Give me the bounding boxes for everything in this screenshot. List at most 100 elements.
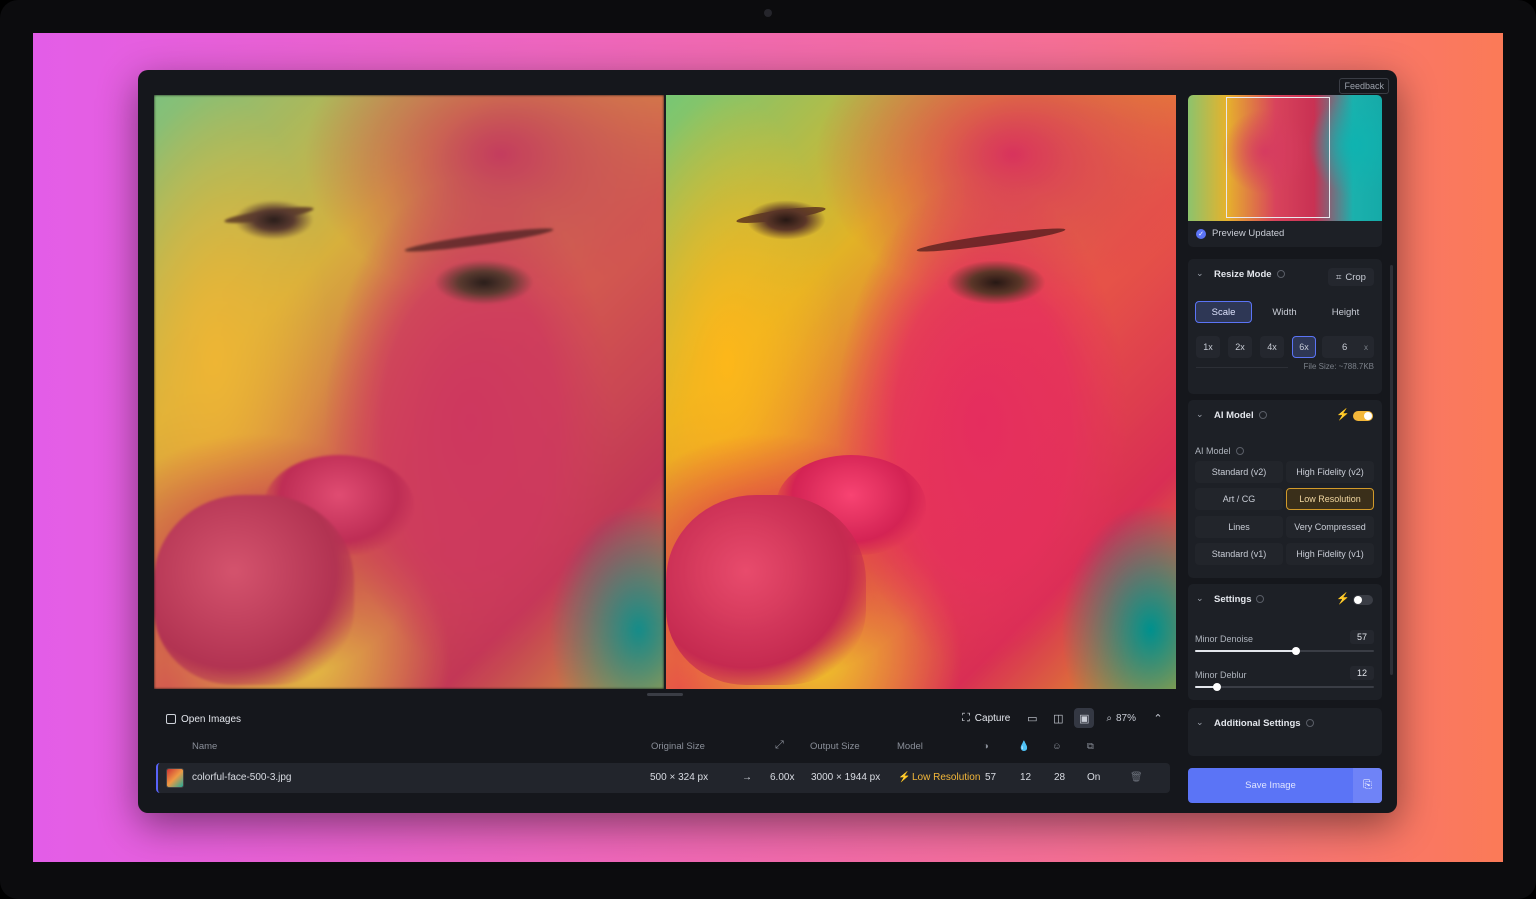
viewport-frame[interactable] <box>1226 97 1330 218</box>
model-lines[interactable]: Lines <box>1195 516 1283 538</box>
mode-height[interactable]: Height <box>1317 301 1374 323</box>
additional-settings-title: Additional Settings <box>1214 718 1314 729</box>
deblur-value[interactable]: 12 <box>1350 666 1374 680</box>
denoise-slider-handle[interactable] <box>1292 647 1300 655</box>
denoise-value[interactable]: 57 <box>1350 630 1374 644</box>
model-very-compressed[interactable]: Very Compressed <box>1286 516 1374 538</box>
deblur-slider-track[interactable] <box>1195 686 1374 688</box>
ai-model-toggle[interactable] <box>1353 411 1373 421</box>
single-view-icon[interactable]: ▭ <box>1022 708 1042 728</box>
capture-icon: ⛶ <box>962 711 970 724</box>
chevron-down-icon: ⌄ <box>1196 717 1204 727</box>
header-model: Model <box>897 741 923 752</box>
denoise-label: Minor Denoise <box>1195 634 1254 644</box>
open-images-button[interactable]: Open Images <box>160 709 247 729</box>
ai-model-subtitle: AI Model <box>1195 446 1244 456</box>
arrow-right-icon: → <box>742 772 752 783</box>
save-image-button[interactable]: Save Image <box>1188 768 1353 803</box>
file-size-estimate: File Size: ~788.7KB <box>1303 362 1374 371</box>
row-model: Low Resolution <box>912 772 981 783</box>
navigator-preview[interactable]: ✓ Preview Updated <box>1188 95 1382 247</box>
app-window: Open Images ⛶ Capture ▭ ◫ ▣ ⌕ 87% ⌃ Name… <box>138 70 1397 813</box>
header-output-size: Output Size <box>810 741 860 752</box>
enhanced-portrait-image <box>666 95 1176 689</box>
camera-dot <box>764 9 772 17</box>
save-options-icon[interactable]: ⎘ <box>1353 768 1382 803</box>
deblur-slider-handle[interactable] <box>1213 683 1221 691</box>
header-name: Name <box>192 741 218 752</box>
eye-shape <box>234 200 314 240</box>
save-area: Save Image ⎘ <box>1188 768 1382 803</box>
settings-card: ⌄ Settings ⚡ Minor Denoise 57 Minor Debl… <box>1188 584 1382 700</box>
model-low-resolution[interactable]: Low Resolution <box>1286 488 1374 510</box>
mode-width[interactable]: Width <box>1256 301 1313 323</box>
split-view-icon[interactable]: ◫ <box>1048 708 1068 728</box>
row-denoise: 57 <box>985 772 997 783</box>
view-controls: ⛶ Capture ▭ ◫ ▣ ⌕ 87% ⌃ <box>956 707 1168 729</box>
eye-shape <box>946 260 1046 305</box>
zoom-control[interactable]: ⌕ 87% <box>1100 713 1142 724</box>
model-high-fidelity-v1[interactable]: High Fidelity (v1) <box>1286 543 1374 565</box>
sidebar-scrollbar[interactable] <box>1390 265 1393 675</box>
file-name: colorful-face-500-3.jpg <box>192 772 292 783</box>
table-row[interactable]: colorful-face-500-3.jpg 500 × 324 px → 6… <box>156 763 1170 793</box>
file-toolbar: Open Images ⛶ Capture ▭ ◫ ▣ ⌕ 87% ⌃ <box>154 705 1176 733</box>
resize-mode-card: ⌄ Resize Mode ⌗ Crop Scale Width Height … <box>1188 259 1382 394</box>
crop-label: Crop <box>1345 271 1366 283</box>
model-standard-v2[interactable]: Standard (v2) <box>1195 461 1283 483</box>
scale-6x[interactable]: 6x <box>1292 336 1316 358</box>
deblur-label: Minor Deblur <box>1195 670 1247 680</box>
crop-button[interactable]: ⌗ Crop <box>1328 268 1374 286</box>
brow-shape <box>404 224 554 256</box>
preview-status: ✓ Preview Updated <box>1196 228 1284 239</box>
divider-line <box>1196 367 1288 368</box>
chevron-down-icon: ⌄ <box>1196 593 1204 603</box>
custom-scale-input[interactable]: 6 x <box>1322 336 1374 358</box>
lightning-icon: ⚡ <box>1336 409 1350 421</box>
scale-4x[interactable]: 4x <box>1260 336 1284 358</box>
file-table-header: Name Original Size ⤢ Output Size Model ◑… <box>154 737 1176 757</box>
settings-toggle[interactable] <box>1353 595 1373 605</box>
settings-sidebar: Feedback ✓ Preview Updated ⌄ Resize Mode <box>1186 70 1397 813</box>
denoise-icon: ◑ <box>983 741 989 752</box>
face-icon: ☺ <box>1052 741 1062 752</box>
original-portrait-image <box>154 95 664 689</box>
image-compare-viewer[interactable] <box>154 95 1176 689</box>
monitor-frame: Open Images ⛶ Capture ▭ ◫ ▣ ⌕ 87% ⌃ Name… <box>0 0 1536 899</box>
scale-1x[interactable]: 1x <box>1196 336 1220 358</box>
recover-icon: ⧉ <box>1087 741 1094 752</box>
file-panel: Open Images ⛶ Capture ▭ ◫ ▣ ⌕ 87% ⌃ Name… <box>154 701 1176 813</box>
capture-button[interactable]: ⛶ Capture <box>956 708 1016 728</box>
model-high-fidelity-v2[interactable]: High Fidelity (v2) <box>1286 461 1374 483</box>
feedback-button[interactable]: Feedback <box>1339 78 1389 94</box>
model-art-cg[interactable]: Art / CG <box>1195 488 1283 510</box>
ai-model-title: AI Model <box>1214 410 1267 421</box>
panel-resize-handle[interactable] <box>647 693 683 696</box>
mode-scale[interactable]: Scale <box>1195 301 1252 323</box>
additional-settings-card: ⌄ Additional Settings <box>1188 708 1382 756</box>
info-icon <box>1305 719 1314 727</box>
chevron-up-icon[interactable]: ⌃ <box>1148 708 1168 728</box>
settings-title: Settings <box>1214 594 1265 605</box>
original-size: 500 × 324 px <box>650 772 709 783</box>
row-deblur: 12 <box>1020 772 1032 783</box>
image-icon <box>166 714 176 724</box>
hand-shape <box>666 495 866 685</box>
info-icon <box>1276 270 1285 278</box>
custom-scale-suffix: x <box>1364 342 1368 352</box>
open-images-label: Open Images <box>181 713 242 725</box>
ai-model-card: ⌄ AI Model ⚡ AI Model Standard (v2) High… <box>1188 400 1382 578</box>
trash-icon[interactable]: 🗑 <box>1130 772 1143 783</box>
enhanced-image-panel <box>666 95 1176 689</box>
denoise-slider-fill <box>1195 650 1296 652</box>
row-third-value: 28 <box>1054 772 1066 783</box>
desktop-background: Open Images ⛶ Capture ▭ ◫ ▣ ⌕ 87% ⌃ Name… <box>33 33 1503 862</box>
header-original-size: Original Size <box>651 741 705 752</box>
additional-settings-header[interactable]: ⌄ Additional Settings <box>1188 708 1382 740</box>
chevron-down-icon: ⌄ <box>1196 268 1204 278</box>
lightning-icon: ⚡ <box>898 772 911 783</box>
crop-icon: ⌗ <box>1336 271 1342 283</box>
scale-2x[interactable]: 2x <box>1228 336 1252 358</box>
model-standard-v1[interactable]: Standard (v1) <box>1195 543 1283 565</box>
side-by-side-view-icon[interactable]: ▣ <box>1074 708 1095 728</box>
